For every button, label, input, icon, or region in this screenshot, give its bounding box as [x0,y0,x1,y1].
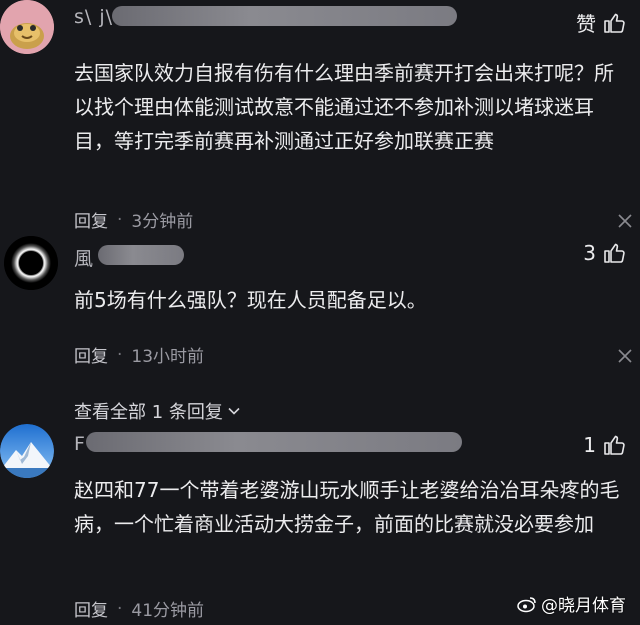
timestamp: 3分钟前 [131,212,194,232]
thumb-up-icon [604,243,625,263]
thumb-up-icon [604,13,625,33]
like-count: 1 [583,433,596,457]
username-redaction [86,432,462,452]
timestamp: 13小时前 [131,347,205,367]
close-icon[interactable] [618,214,632,228]
weibo-logo-icon [517,596,536,612]
like-button[interactable]: 3 [583,241,626,265]
like-count: 赞 [576,12,596,36]
reply-button[interactable]: 回复 [74,596,108,621]
username[interactable]: F [74,433,86,455]
comment-text: 前5场有什么强队？现在人员配备足以。 [74,288,427,312]
reply-button[interactable]: 回复 [74,342,108,367]
comment-meta: 回复 · 13小时前 [74,342,205,368]
username-redaction [98,245,184,265]
view-all-replies-link[interactable]: 查看全部 1 条回复 [74,398,241,424]
reply-button[interactable]: 回复 [74,207,108,232]
separator-dot: · [117,598,123,619]
comment-meta: 回复 · 41分钟前 [74,596,205,622]
like-button[interactable]: 1 [583,433,626,457]
username[interactable]: s\ j\ [74,6,113,28]
comment-text: 去国家队效力自报有伤有什么理由季前赛开打会出来打呢？所以找个理由体能测试故意不能… [74,61,614,153]
chevron-down-icon [228,407,240,415]
comment-meta: 回复 · 3分钟前 [74,207,194,233]
like-button[interactable]: 赞 [576,8,626,37]
avatar[interactable] [4,236,58,290]
separator-dot: · [117,209,123,230]
watermark-text: @晓月体育 [541,596,626,616]
separator-dot: · [117,344,123,365]
timestamp: 41分钟前 [131,601,205,621]
watermark: @晓月体育 [517,591,626,616]
like-count: 3 [583,241,596,265]
close-icon[interactable] [618,349,632,363]
comment-text: 赵四和77一个带着老婆游山玩水顺手让老婆给治冶耳朵疼的毛病，一个忙着商业活动大捞… [74,478,620,536]
username-redaction [112,6,457,26]
thumb-up-icon [604,435,625,455]
avatar-cartoon-icon [0,0,54,54]
avatar-mountain-icon [0,424,54,478]
username[interactable]: 風 [74,244,94,270]
view-all-replies-label: 查看全部 1 条回复 [74,402,223,423]
avatar[interactable] [0,424,54,478]
avatar-eclipse-icon [4,236,58,290]
avatar[interactable] [0,0,54,54]
